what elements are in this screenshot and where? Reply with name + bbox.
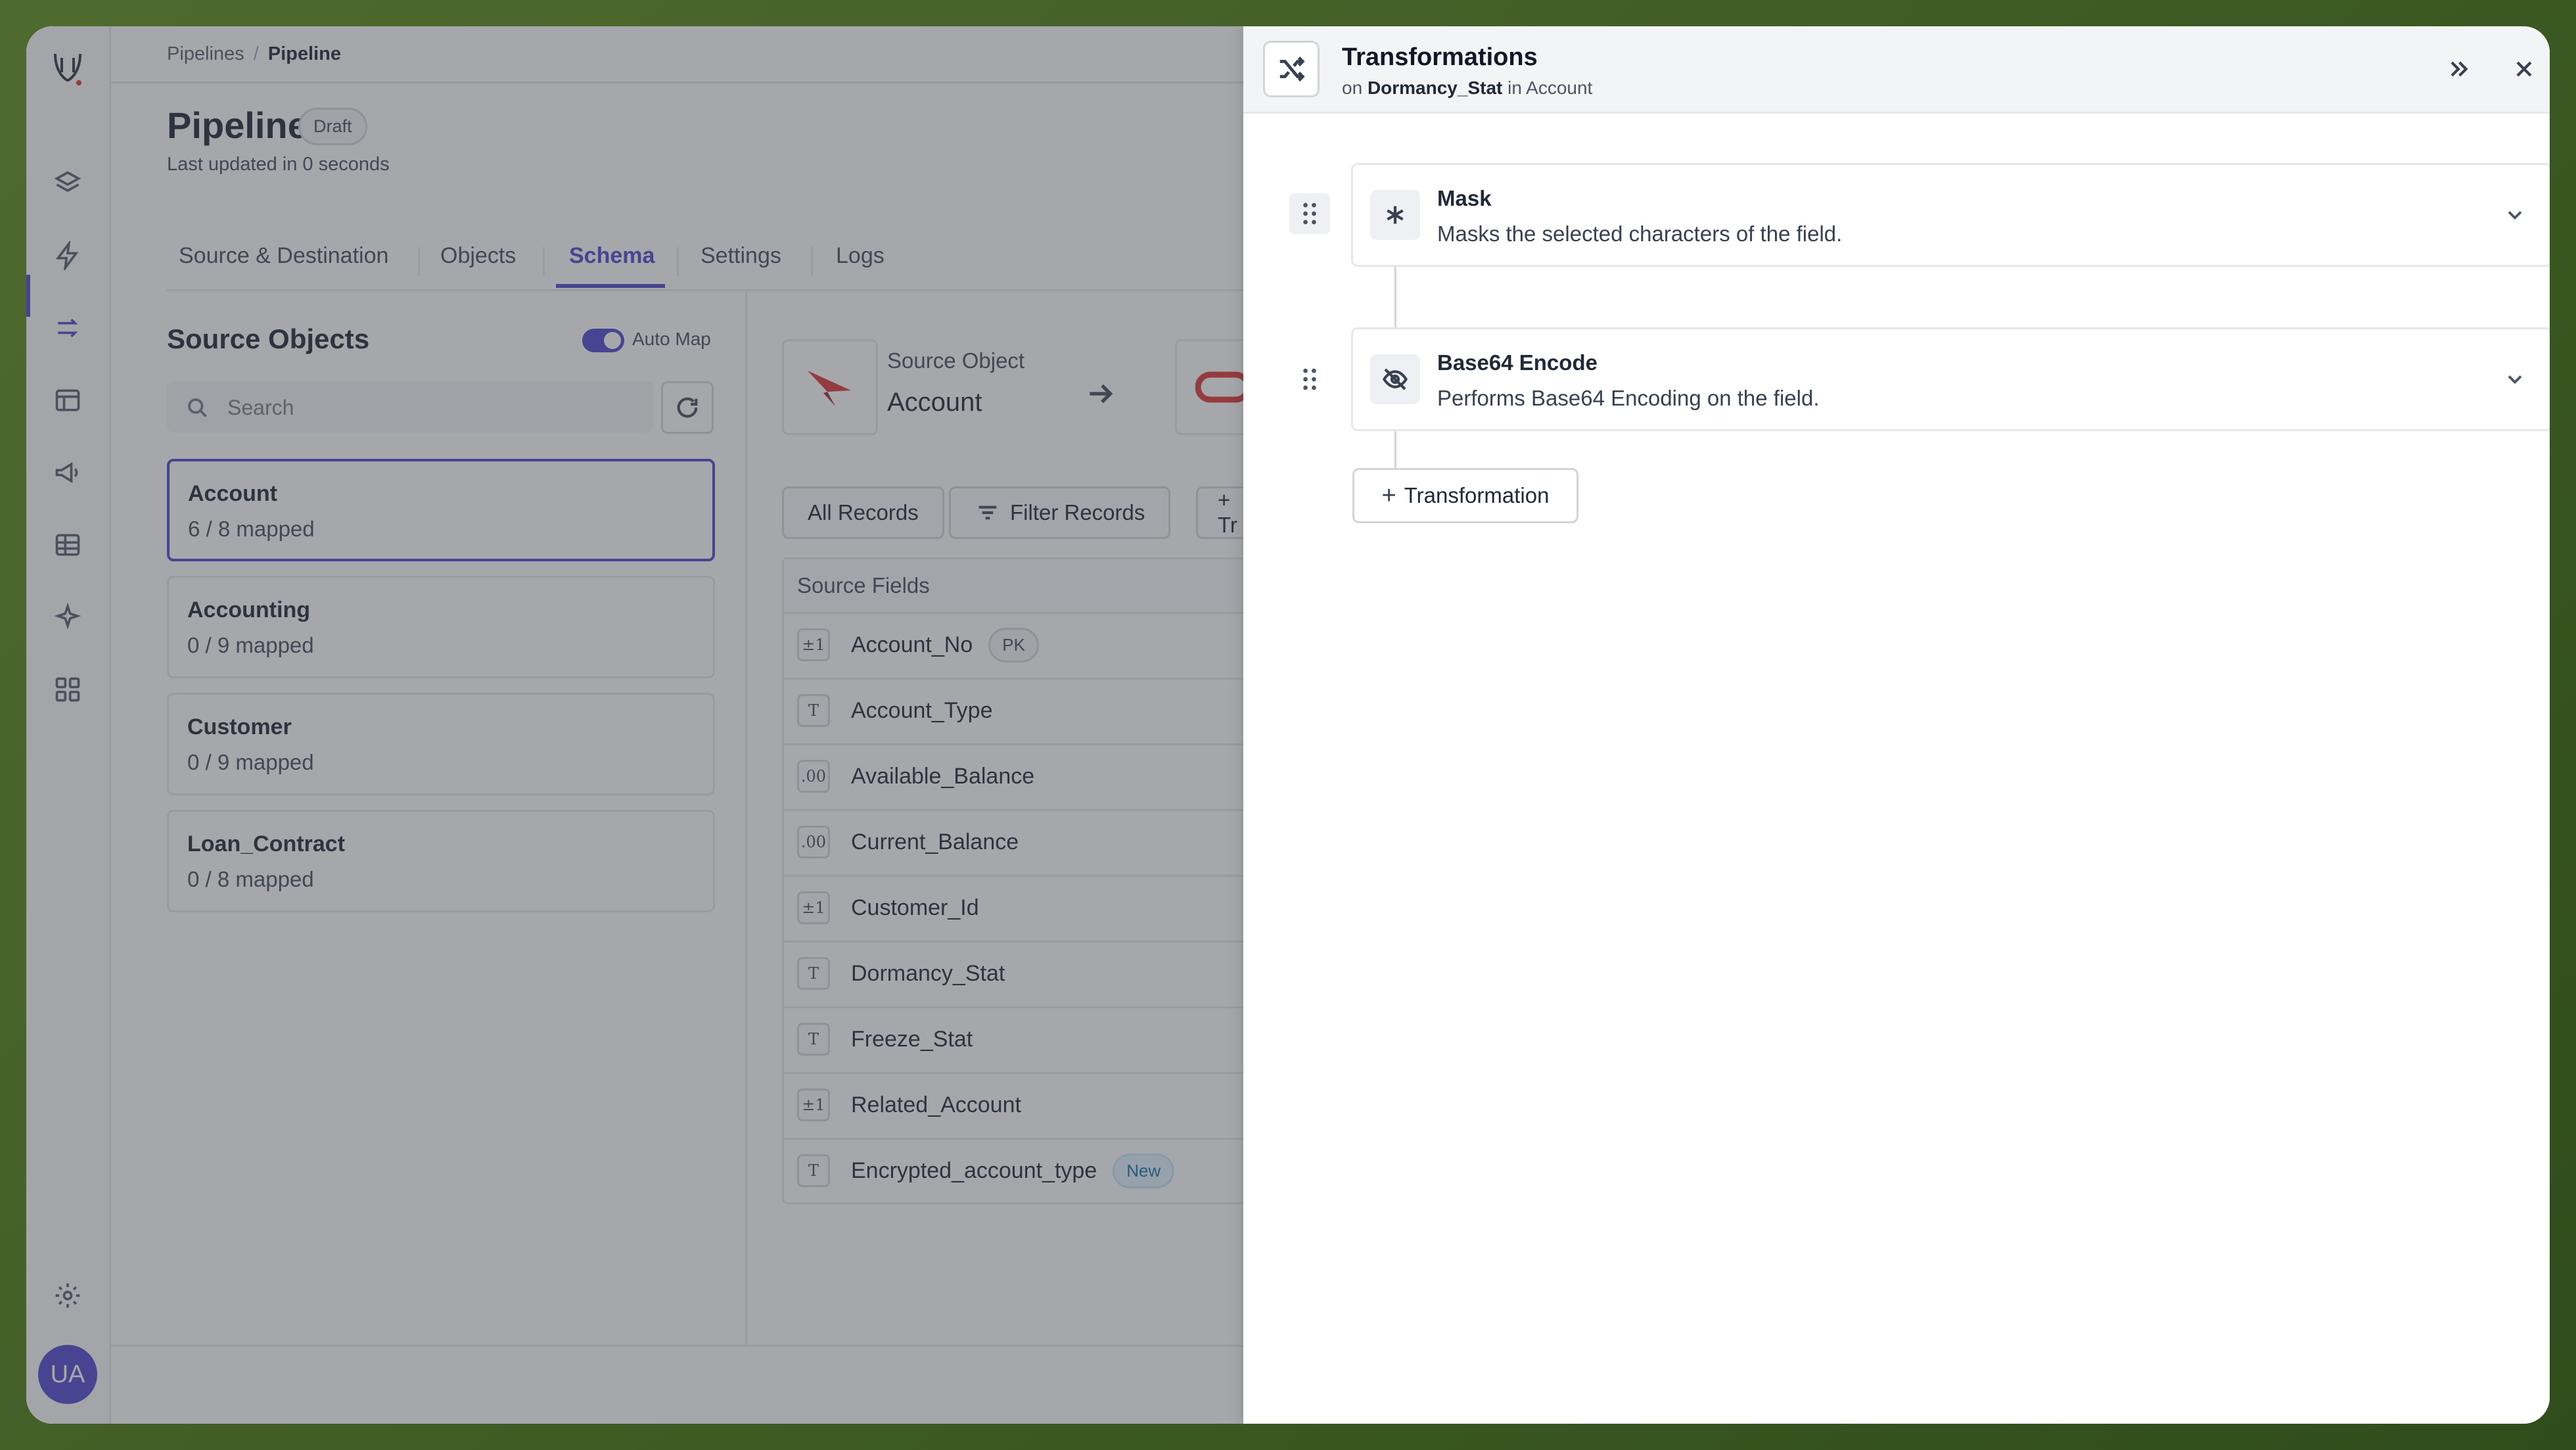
app-window: UA Pipelines / Pipeline Pipeline Draft L… (26, 26, 2550, 1424)
grip-dots-icon (1303, 202, 1316, 225)
chevron-down-icon[interactable] (2503, 203, 2527, 227)
subtitle-field: Dormancy_Stat (1367, 78, 1503, 98)
eye-off-icon (1382, 368, 1408, 390)
transformation-name: Base64 Encode (1437, 350, 1598, 375)
plus-icon: + (1381, 481, 1396, 509)
drawer-header-icon (1263, 41, 1320, 97)
pipeline-app: UA Pipelines / Pipeline Pipeline Draft L… (26, 26, 1281, 1424)
transformations-drawer: Transformations on Dormancy_Stat in Acco… (1243, 26, 2550, 1424)
connector-line (1394, 431, 1396, 469)
transformation-description: Performs Base64 Encoding on the field. (1437, 386, 1820, 410)
drag-handle[interactable] (1289, 193, 1330, 234)
asterisk-icon (1387, 206, 1404, 224)
chevrons-right-icon (2450, 61, 2468, 77)
transformation-card-base64-encode[interactable]: Base64 Encode Performs Base64 Encoding o… (1351, 327, 2550, 431)
transformation-icon (1370, 190, 1420, 240)
subtitle-in: in (1507, 78, 1522, 98)
subtitle-prefix: on (1342, 78, 1363, 98)
add-transformation-label: Transformation (1404, 483, 1550, 507)
modal-backdrop[interactable] (26, 26, 1243, 1424)
chevron-down-icon[interactable] (2503, 367, 2527, 391)
close-drawer-button[interactable] (2506, 51, 2542, 87)
drawer-subtitle: on Dormancy_Stat in Account (1342, 78, 1592, 99)
add-transformation-button[interactable]: + Transformation (1352, 468, 1578, 523)
drawer-header: Transformations on Dormancy_Stat in Acco… (1243, 26, 2550, 114)
shuffle-icon (1279, 57, 1305, 82)
drawer-title: Transformations (1342, 43, 1538, 71)
drag-handle[interactable] (1289, 359, 1330, 400)
transformation-name: Mask (1437, 186, 1492, 210)
close-icon (2516, 61, 2532, 77)
transformation-icon (1370, 354, 1420, 404)
grip-dots-icon (1303, 368, 1316, 390)
subtitle-object: Account (1526, 78, 1593, 98)
transformation-card-mask[interactable]: Mask Masks the selected characters of th… (1351, 163, 2550, 267)
connector-line (1394, 267, 1396, 327)
transformation-description: Masks the selected characters of the fie… (1437, 222, 1843, 246)
expand-drawer-button[interactable] (2441, 51, 2476, 87)
